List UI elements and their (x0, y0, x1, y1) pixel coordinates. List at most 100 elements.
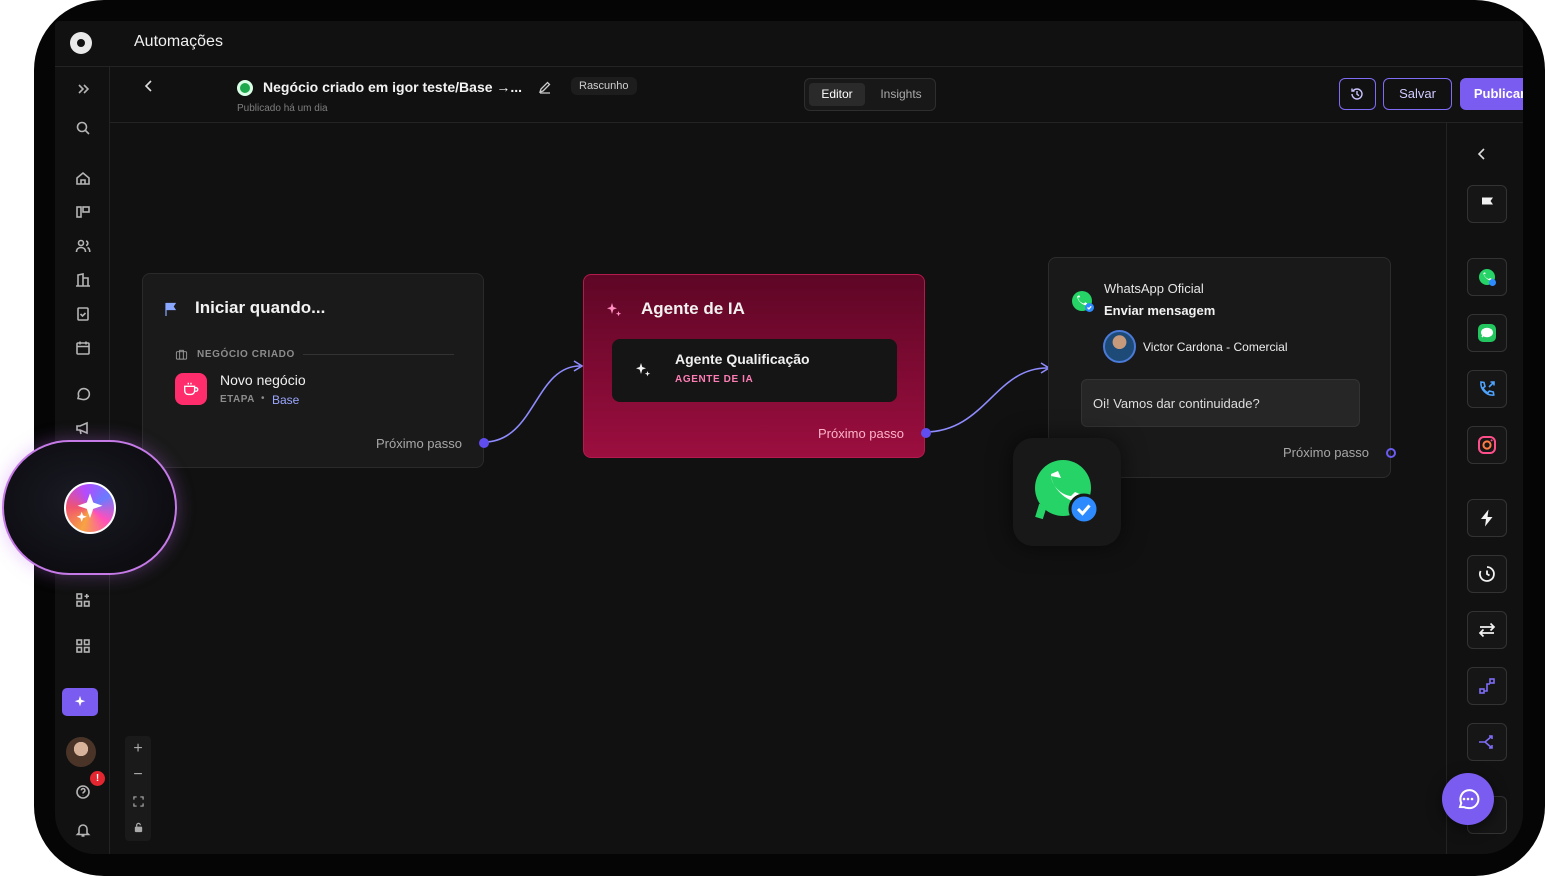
draft-status-chip: Rascunho (571, 77, 637, 95)
stage-label: ETAPA (220, 394, 255, 405)
output-handle[interactable] (1386, 448, 1396, 458)
back-chevron-icon[interactable] (142, 79, 156, 93)
top-bar: Automações (55, 21, 1523, 67)
support-chat-button[interactable] (1442, 773, 1494, 825)
route-icon (1479, 678, 1495, 694)
lightning-icon (1481, 509, 1493, 527)
divider (303, 354, 454, 355)
tile-wait[interactable] (1467, 555, 1507, 593)
lock-icon (134, 822, 142, 832)
fit-view-icon (132, 795, 144, 807)
components-panel (1446, 123, 1523, 854)
agent-card[interactable]: Agente Qualificação AGENTE DE IA (612, 339, 897, 402)
ai-node-title: Agente de IA (641, 299, 745, 318)
help-icon[interactable] (73, 782, 93, 802)
action-label: Enviar mensagem (1104, 303, 1216, 318)
pipeline-icon[interactable] (73, 202, 93, 222)
whatsapp-icon (1072, 291, 1094, 312)
grid-icon[interactable] (73, 636, 93, 656)
apps-add-icon[interactable] (73, 590, 93, 610)
trigger-title: Iniciar quando... (195, 298, 326, 317)
ai-sparkle-icon (74, 695, 86, 707)
ai-orb-icon[interactable] (64, 482, 116, 534)
briefcase-icon (175, 349, 188, 360)
sparkle-icon (607, 303, 622, 317)
tile-transfer[interactable] (1467, 611, 1507, 649)
search-icon[interactable] (73, 118, 93, 138)
edit-pencil-icon[interactable] (538, 80, 552, 94)
next-step-label: Próximo passo (1283, 445, 1369, 460)
flow-name[interactable]: Negócio criado em igor teste/Base →... (263, 79, 522, 95)
contacts-icon[interactable] (73, 236, 93, 256)
ai-assistant-button[interactable] (62, 688, 98, 716)
trigger-item-title: Novo negócio (220, 372, 306, 388)
save-button[interactable]: Salvar (1383, 78, 1452, 110)
whatsapp-verified-badge (1013, 438, 1121, 546)
split-icon (1479, 735, 1493, 749)
tile-call[interactable] (1467, 370, 1507, 408)
flag-icon (165, 302, 177, 316)
flag-icon (1482, 197, 1493, 212)
tile-whatsapp[interactable] (1467, 258, 1507, 296)
stage-separator: • (261, 393, 265, 404)
instagram-icon (1478, 436, 1496, 454)
tile-split[interactable] (1467, 723, 1507, 761)
output-handle[interactable] (479, 438, 489, 448)
agent-type: AGENTE DE IA (675, 374, 754, 385)
message-preview[interactable]: Oi! Vamos dar continuidade? (1081, 379, 1360, 427)
collapse-chevron-icon[interactable] (1475, 147, 1489, 161)
flow-header: Negócio criado em igor teste/Base →... P… (110, 67, 1523, 123)
publish-button[interactable]: Publicar (1460, 78, 1523, 110)
next-step-label: Próximo passo (376, 436, 462, 451)
imessage-icon (1478, 324, 1496, 342)
swap-icon (1478, 622, 1496, 638)
trigger-node[interactable]: Iniciar quando... NEGÓCIO CRIADO Novo ne… (142, 273, 489, 468)
chat-icon[interactable] (73, 384, 93, 404)
megaphone-icon[interactable] (73, 418, 93, 438)
phone-icon (1480, 381, 1495, 396)
tile-route[interactable] (1467, 667, 1507, 705)
message-text: Oi! Vamos dar continuidade? (1093, 396, 1260, 411)
ai-highlight-magnifier (2, 440, 177, 575)
expand-icon[interactable] (73, 79, 93, 99)
timer-icon (1479, 566, 1495, 582)
tile-trigger[interactable] (1467, 185, 1507, 223)
app-logo-icon[interactable] (70, 32, 92, 54)
channel-label: WhatsApp Oficial (1104, 281, 1204, 296)
whatsapp-verified-icon (1035, 460, 1100, 525)
home-icon[interactable] (73, 168, 93, 188)
zoom-controls: + − (125, 736, 151, 841)
zoom-out-button[interactable]: − (125, 762, 151, 788)
chat-bubble-icon (1458, 789, 1480, 810)
tab-editor[interactable]: Editor (809, 83, 865, 106)
lock-button[interactable] (125, 814, 151, 840)
history-icon (1351, 88, 1363, 100)
tasks-icon[interactable] (73, 304, 93, 324)
avatar[interactable] (66, 737, 96, 767)
tab-insights[interactable]: Insights (871, 83, 931, 106)
output-handle[interactable] (921, 428, 931, 438)
flow-publish-status: Publicado há um dia (237, 103, 328, 114)
zoom-in-button[interactable]: + (125, 736, 151, 762)
page-title: Automações (134, 33, 223, 50)
sparkle-icon (636, 363, 651, 377)
tile-instagram[interactable] (1467, 426, 1507, 464)
stage-value: Base (272, 393, 300, 407)
next-step-label: Próximo passo (818, 426, 904, 441)
calendar-icon[interactable] (73, 338, 93, 358)
app-screen: Automações ! Negócio criado em igor test… (55, 21, 1523, 854)
view-tabs: Editor Insights (804, 78, 936, 111)
agent-name: Agente Qualificação (675, 351, 810, 367)
tile-message[interactable] (1467, 314, 1507, 352)
fit-view-button[interactable] (125, 788, 151, 814)
status-indicator (237, 80, 253, 96)
ai-agent-node[interactable]: Agente de IA Agente Qualificação AGENTE … (583, 274, 931, 458)
bell-icon[interactable] (73, 820, 93, 840)
trigger-section-label: NEGÓCIO CRIADO (197, 349, 295, 360)
tile-action[interactable] (1467, 499, 1507, 537)
company-icon[interactable] (73, 270, 93, 290)
history-button[interactable] (1339, 78, 1376, 110)
sender-avatar (1103, 330, 1136, 363)
sender-name: Victor Cardona - Comercial (1143, 340, 1288, 354)
whatsapp-icon (1479, 269, 1496, 286)
